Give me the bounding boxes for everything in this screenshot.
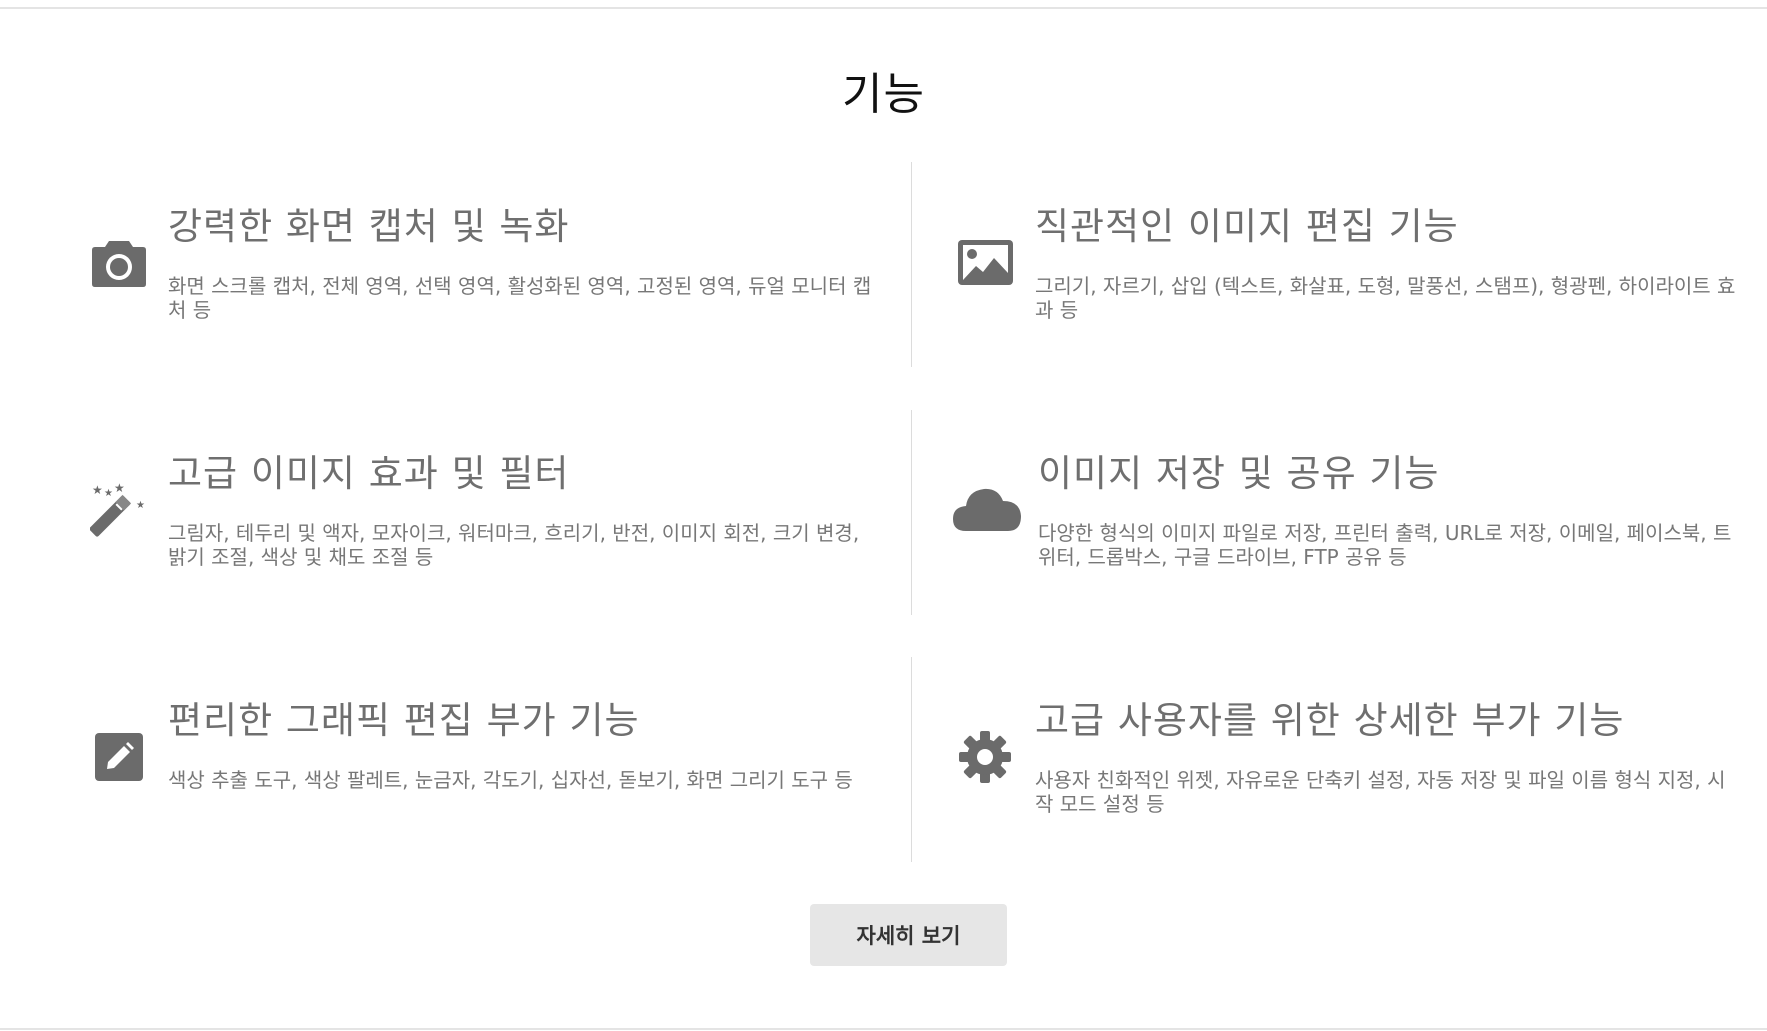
feature-title: 고급 이미지 효과 및 필터 (168, 452, 570, 495)
magic-wand-icon: ★ ★ ★ ★ (90, 482, 145, 537)
feature-description: 그림자, 테두리 및 액자, 모자이크, 워터마크, 흐리기, 반전, 이미지 … (168, 521, 860, 569)
feature-description: 다양한 형식의 이미지 파일로 저장, 프린터 출력, URL로 저장, 이메일… (1038, 521, 1732, 569)
feature-description: 그리기, 자르기, 삽입 (텍스트, 화살표, 도형, 말풍선, 스탬프), 형… (1035, 274, 1736, 322)
section-title: 기능 (842, 69, 925, 120)
feature-title: 강력한 화면 캡처 및 녹화 (168, 205, 570, 248)
column-divider (911, 410, 912, 615)
feature-description: 색상 추출 도구, 색상 팔레트, 눈금자, 각도기, 십자선, 돋보기, 화면… (168, 768, 853, 792)
svg-text:★: ★ (114, 482, 125, 495)
feature-title: 편리한 그래픽 편집 부가 기능 (168, 699, 640, 742)
bottom-divider (0, 1028, 1767, 1030)
feature-description: 사용자 친화적인 위젯, 자유로운 단축키 설정, 자동 저장 및 파일 이름 … (1035, 768, 1726, 816)
cloud-icon (953, 488, 1021, 531)
camera-icon (92, 241, 146, 287)
svg-text:★: ★ (136, 500, 145, 511)
svg-text:★: ★ (104, 488, 113, 499)
more-details-button[interactable]: 자세히 보기 (810, 904, 1007, 966)
top-divider (0, 7, 1767, 9)
gear-icon (959, 731, 1011, 783)
pencil-icon (95, 733, 143, 781)
column-divider (911, 657, 912, 862)
column-divider (911, 162, 912, 367)
svg-text:★: ★ (92, 483, 103, 497)
feature-title: 직관적인 이미지 편집 기능 (1035, 205, 1459, 248)
feature-description: 화면 스크롤 캡처, 전체 영역, 선택 영역, 활성화된 영역, 고정된 영역… (168, 274, 872, 322)
feature-title: 고급 사용자를 위한 상세한 부가 기능 (1035, 699, 1625, 742)
feature-title: 이미지 저장 및 공유 기능 (1038, 452, 1440, 495)
image-icon (958, 240, 1013, 285)
